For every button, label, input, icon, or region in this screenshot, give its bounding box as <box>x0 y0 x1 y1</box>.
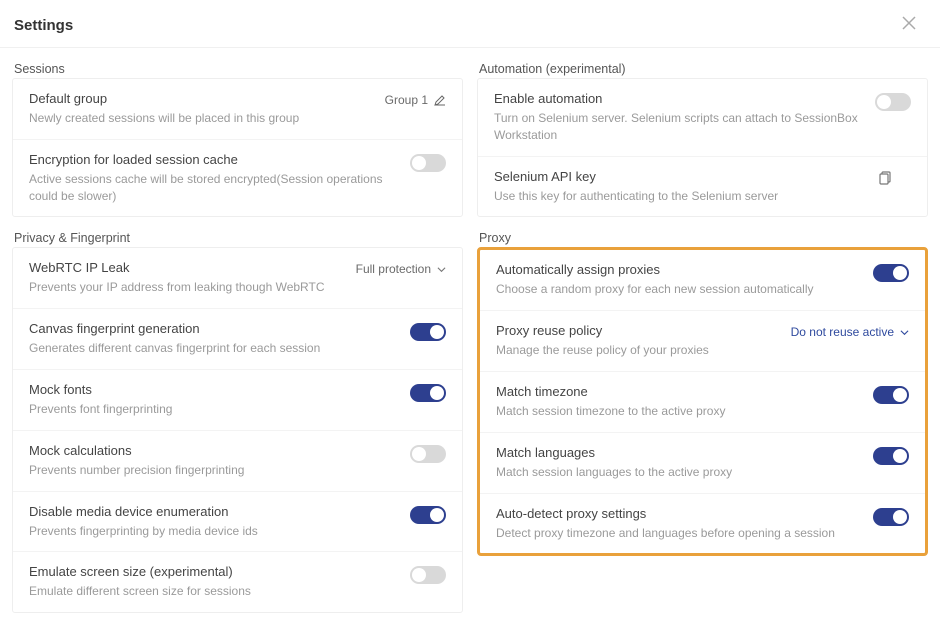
enable-automation-desc: Turn on Selenium server. Selenium script… <box>494 110 867 144</box>
encryption-toggle[interactable] <box>410 154 446 172</box>
reuse-value: Do not reuse active <box>791 325 894 339</box>
panel-proxy: Automatically assign proxies Choose a ra… <box>477 247 928 556</box>
section-title-automation: Automation (experimental) <box>477 60 928 78</box>
row-webrtc: WebRTC IP Leak Prevents your IP address … <box>13 248 462 309</box>
webrtc-desc: Prevents your IP address from leaking th… <box>29 279 348 296</box>
section-sessions: Sessions Default group Newly created ses… <box>12 60 463 217</box>
row-canvas: Canvas fingerprint generation Generates … <box>13 309 462 370</box>
webrtc-title: WebRTC IP Leak <box>29 260 348 275</box>
encryption-title: Encryption for loaded session cache <box>29 152 402 167</box>
match-lang-toggle[interactable] <box>873 447 909 465</box>
enable-automation-title: Enable automation <box>494 91 867 106</box>
row-default-group: Default group Newly created sessions wil… <box>13 79 462 140</box>
row-mock-calc: Mock calculations Prevents number precis… <box>13 431 462 492</box>
edit-icon <box>434 94 446 106</box>
webrtc-select[interactable]: Full protection <box>348 260 446 276</box>
row-selenium-key: Selenium API key Use this key for authen… <box>478 157 927 217</box>
panel-sessions: Default group Newly created sessions wil… <box>12 78 463 217</box>
auto-assign-title: Automatically assign proxies <box>496 262 865 277</box>
row-enable-automation: Enable automation Turn on Selenium serve… <box>478 79 927 157</box>
webrtc-value: Full protection <box>356 262 431 276</box>
row-mock-fonts: Mock fonts Prevents font fingerprinting <box>13 370 462 431</box>
encryption-desc: Active sessions cache will be stored enc… <box>29 171 402 205</box>
emulate-screen-title: Emulate screen size (experimental) <box>29 564 402 579</box>
mock-calc-desc: Prevents number precision fingerprinting <box>29 462 402 479</box>
row-auto-assign: Automatically assign proxies Choose a ra… <box>480 250 925 311</box>
close-button[interactable] <box>898 14 920 37</box>
page-title: Settings <box>14 17 73 34</box>
match-tz-desc: Match session timezone to the active pro… <box>496 403 865 420</box>
auto-detect-title: Auto-detect proxy settings <box>496 506 865 521</box>
section-automation: Automation (experimental) Enable automat… <box>477 60 928 217</box>
disable-media-desc: Prevents fingerprinting by media device … <box>29 523 402 540</box>
row-match-lang: Match languages Match session languages … <box>480 433 925 494</box>
reuse-select[interactable]: Do not reuse active <box>783 323 909 339</box>
disable-media-title: Disable media device enumeration <box>29 504 402 519</box>
canvas-desc: Generates different canvas fingerprint f… <box>29 340 402 357</box>
header: Settings <box>0 0 940 48</box>
default-group-value: Group 1 <box>385 93 428 107</box>
emulate-screen-toggle[interactable] <box>410 566 446 584</box>
mock-calc-toggle[interactable] <box>410 445 446 463</box>
auto-assign-toggle[interactable] <box>873 264 909 282</box>
disable-media-toggle[interactable] <box>410 506 446 524</box>
reuse-title: Proxy reuse policy <box>496 323 783 338</box>
panel-automation: Enable automation Turn on Selenium serve… <box>477 78 928 217</box>
default-group-control[interactable]: Group 1 <box>377 91 446 107</box>
mock-fonts-toggle[interactable] <box>410 384 446 402</box>
mock-fonts-desc: Prevents font fingerprinting <box>29 401 402 418</box>
panel-privacy: WebRTC IP Leak Prevents your IP address … <box>12 247 463 613</box>
selenium-key-title: Selenium API key <box>494 169 871 184</box>
selenium-key-copy[interactable] <box>871 169 911 185</box>
row-encryption: Encryption for loaded session cache Acti… <box>13 140 462 217</box>
selenium-key-desc: Use this key for authenticating to the S… <box>494 188 871 205</box>
section-proxy: Proxy Automatically assign proxies Choos… <box>477 229 928 556</box>
canvas-toggle[interactable] <box>410 323 446 341</box>
row-match-tz: Match timezone Match session timezone to… <box>480 372 925 433</box>
reuse-desc: Manage the reuse policy of your proxies <box>496 342 783 359</box>
mock-fonts-title: Mock fonts <box>29 382 402 397</box>
row-reuse-policy: Proxy reuse policy Manage the reuse poli… <box>480 311 925 372</box>
right-column: Automation (experimental) Enable automat… <box>477 60 928 613</box>
emulate-screen-desc: Emulate different screen size for sessio… <box>29 583 402 600</box>
match-lang-title: Match languages <box>496 445 865 460</box>
left-column: Sessions Default group Newly created ses… <box>12 60 463 613</box>
mock-calc-title: Mock calculations <box>29 443 402 458</box>
enable-automation-toggle[interactable] <box>875 93 911 111</box>
auto-detect-toggle[interactable] <box>873 508 909 526</box>
close-icon <box>902 16 916 30</box>
copy-icon <box>879 171 893 185</box>
match-lang-desc: Match session languages to the active pr… <box>496 464 865 481</box>
match-tz-title: Match timezone <box>496 384 865 399</box>
section-title-proxy: Proxy <box>477 229 928 247</box>
row-auto-detect: Auto-detect proxy settings Detect proxy … <box>480 494 925 554</box>
section-privacy: Privacy & Fingerprint WebRTC IP Leak Pre… <box>12 229 463 613</box>
section-title-privacy: Privacy & Fingerprint <box>12 229 463 247</box>
chevron-down-icon <box>900 328 909 337</box>
default-group-title: Default group <box>29 91 377 106</box>
row-disable-media: Disable media device enumeration Prevent… <box>13 492 462 553</box>
match-tz-toggle[interactable] <box>873 386 909 404</box>
section-title-sessions: Sessions <box>12 60 463 78</box>
content: Sessions Default group Newly created ses… <box>0 48 940 625</box>
row-emulate-screen: Emulate screen size (experimental) Emula… <box>13 552 462 612</box>
canvas-title: Canvas fingerprint generation <box>29 321 402 336</box>
auto-detect-desc: Detect proxy timezone and languages befo… <box>496 525 865 542</box>
default-group-desc: Newly created sessions will be placed in… <box>29 110 377 127</box>
chevron-down-icon <box>437 265 446 274</box>
auto-assign-desc: Choose a random proxy for each new sessi… <box>496 281 865 298</box>
